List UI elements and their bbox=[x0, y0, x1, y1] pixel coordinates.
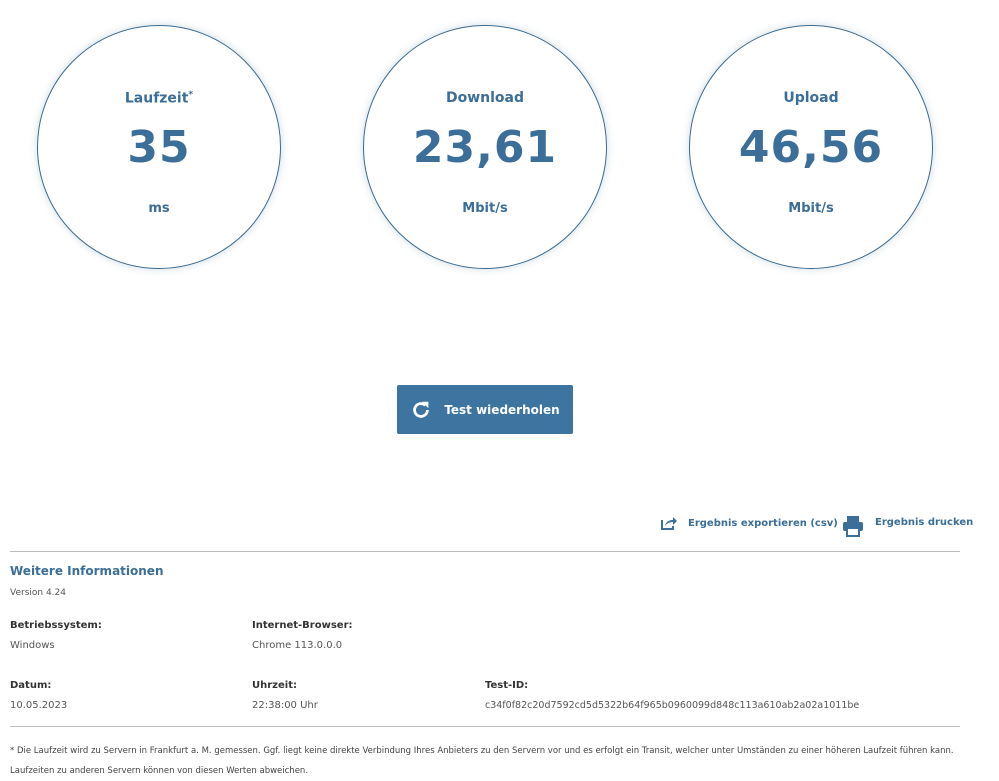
version: Version 4.24 bbox=[10, 588, 66, 598]
latency-gauge: Laufzeit* 35 ms bbox=[37, 25, 281, 269]
download-label: Download bbox=[445, 90, 525, 106]
browser-label: Internet-Browser: bbox=[252, 620, 353, 631]
time-value: 22:38:00 Uhr bbox=[252, 700, 318, 711]
latency-value: 35 bbox=[127, 122, 191, 173]
os-label: Betriebssystem: bbox=[10, 620, 102, 631]
share-export-icon bbox=[661, 517, 677, 530]
upload-label: Upload bbox=[783, 90, 839, 106]
date-label: Datum: bbox=[10, 680, 52, 691]
print-label: Ergebnis drucken bbox=[875, 516, 974, 528]
latency-label: Laufzeit bbox=[124, 90, 189, 107]
date-value: 10.05.2023 bbox=[10, 700, 68, 711]
divider bbox=[10, 551, 960, 552]
info-title: Weitere Informationen bbox=[10, 564, 164, 578]
download-gauge: Download 23,61 Mbit/s bbox=[363, 25, 607, 269]
refresh-icon bbox=[413, 401, 430, 418]
export-label: Ergebnis exportieren (csv) bbox=[688, 517, 838, 529]
browser-value: Chrome 113.0.0.0 bbox=[252, 640, 343, 651]
download-unit: Mbit/s bbox=[462, 201, 508, 216]
latency-unit: ms bbox=[148, 201, 170, 216]
export-csv-link[interactable]: Ergebnis exportieren (csv) bbox=[660, 515, 838, 531]
test-id-value: c34f0f82c20d7592cd5d5322b64f965b0960099d… bbox=[485, 700, 860, 711]
upload-gauge: Upload 46,56 Mbit/s bbox=[689, 25, 933, 269]
divider bbox=[10, 726, 960, 727]
os-value: Windows bbox=[10, 640, 55, 651]
upload-value: 46,56 bbox=[738, 122, 884, 173]
print-link[interactable]: Ergebnis drucken bbox=[841, 514, 973, 538]
retest-button[interactable]: Test wiederholen bbox=[397, 385, 573, 434]
upload-unit: Mbit/s bbox=[788, 201, 834, 216]
retest-label: Test wiederholen bbox=[444, 402, 560, 417]
footnote: * Die Laufzeit wird zu Servern in Frankf… bbox=[10, 746, 954, 776]
footnote-marker: * bbox=[188, 90, 194, 100]
download-value: 23,61 bbox=[412, 122, 558, 173]
printer-icon bbox=[843, 516, 863, 537]
test-id-label: Test-ID: bbox=[485, 680, 529, 691]
time-label: Uhrzeit: bbox=[252, 680, 297, 691]
